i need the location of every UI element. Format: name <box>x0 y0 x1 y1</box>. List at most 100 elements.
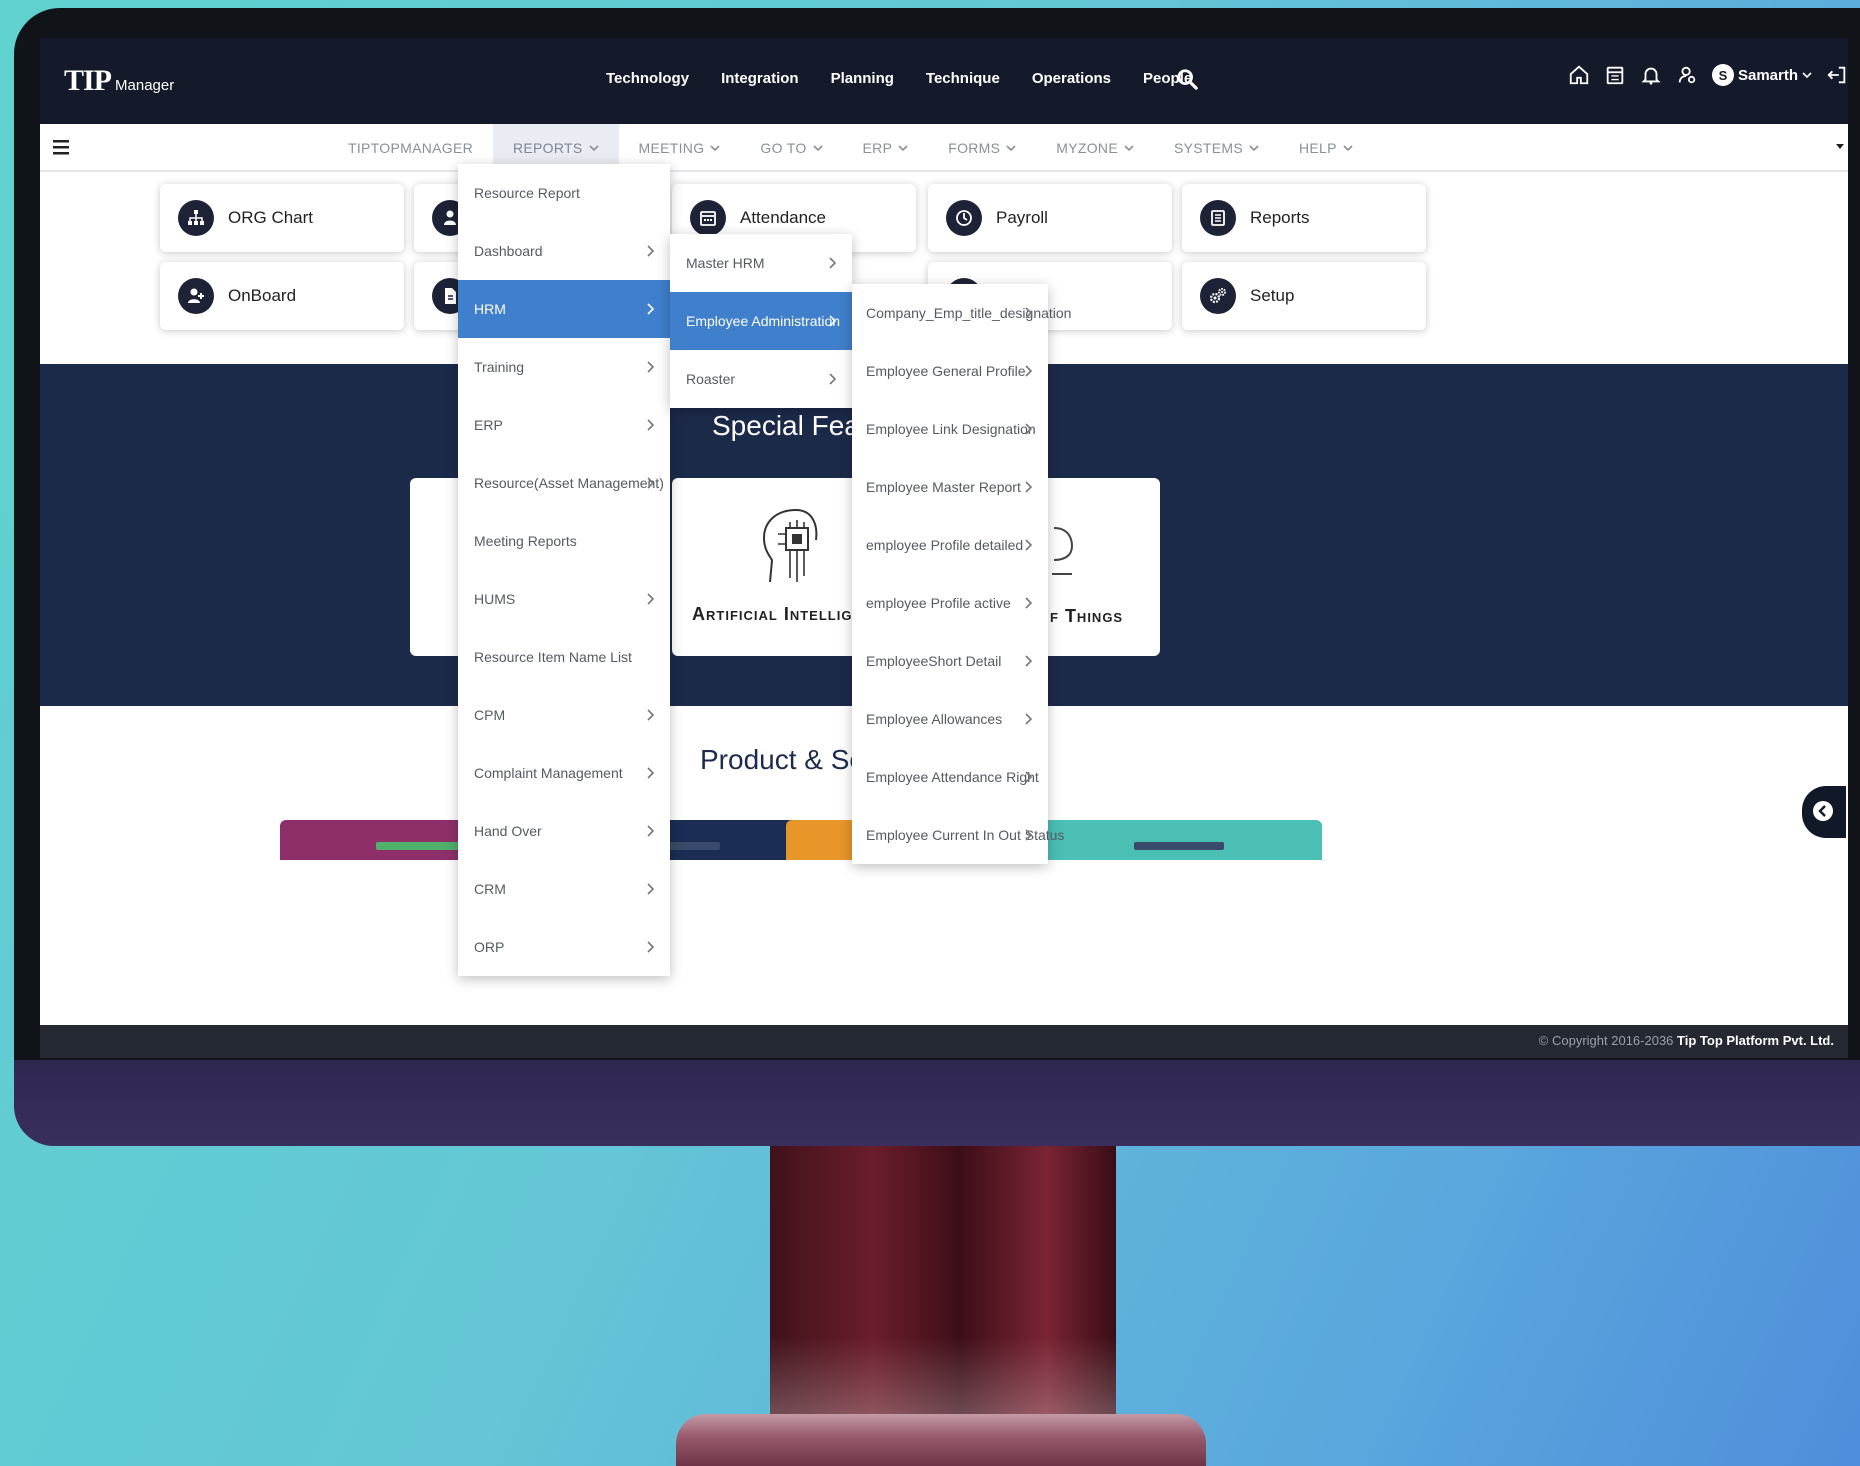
ai-feature-label: Artificial Intelligen <box>692 604 873 624</box>
chevron-right-icon <box>1025 539 1033 551</box>
employee-administration-submenu: Company_Emp_title_designation Employee Ge… <box>852 284 1071 864</box>
top-nav-technology[interactable]: Technology <box>606 70 689 87</box>
bell-icon[interactable] <box>1640 64 1662 86</box>
menu-item-label: Hand Over <box>474 823 542 839</box>
top-nav-technique[interactable]: Technique <box>926 70 1000 87</box>
top-nav-planning[interactable]: Planning <box>831 70 894 87</box>
employee-admin-item-employee-master-report[interactable]: Employee Master Report <box>852 458 1048 516</box>
menu-item-label: Employee Attendance Right <box>866 769 1039 785</box>
menu-help[interactable]: HELP <box>1279 124 1373 172</box>
logout-icon[interactable] <box>1826 64 1848 86</box>
iot-icon <box>1052 527 1074 575</box>
user-settings-icon[interactable] <box>1676 64 1698 86</box>
chevron-down-icon <box>898 145 908 152</box>
user-avatar: S <box>1711 64 1734 86</box>
menu-item-label: Employee Administration <box>686 313 841 329</box>
hrm-menu-item-roaster[interactable]: Roaster <box>670 350 852 408</box>
reports-menu-item-erp[interactable]: ERP <box>458 396 670 454</box>
menu-erp[interactable]: ERP <box>843 124 929 172</box>
card-org-chart[interactable]: ORG Chart <box>160 184 404 252</box>
employee-admin-item-employee-attendance-right[interactable]: Employee Attendance Right <box>852 748 1048 806</box>
menu-label: GO TO <box>760 140 807 156</box>
menu-go-to[interactable]: GO TO <box>740 124 842 172</box>
menu-forms[interactable]: FORMS <box>928 124 1036 172</box>
company-name[interactable]: Tip Top Platform Pvt. Ltd. <box>1677 1033 1834 1048</box>
reports-menu-item-resource-report[interactable]: Resource Report <box>458 164 670 222</box>
menu-item-label: Employee Allowances <box>866 711 1003 727</box>
menu-item-label: CRM <box>474 881 506 897</box>
reports-menu-item-training[interactable]: Training <box>458 338 670 396</box>
clock-icon <box>946 200 982 236</box>
user-menu[interactable]: S Samarth <box>1711 64 1812 86</box>
hrm-menu-item-employee-administration[interactable]: Employee Administration <box>670 292 852 350</box>
employee-admin-item-employeeshort-detail[interactable]: EmployeeShort Detail <box>852 632 1048 690</box>
reports-menu-item-resource-asset-management[interactable]: Resource(Asset Management) <box>458 454 670 512</box>
user-name: Samarth <box>1737 66 1798 84</box>
top-nav-integration[interactable]: Integration <box>721 70 799 87</box>
menu-item-label: Complaint Management <box>474 765 623 781</box>
employee-admin-item-employee-profile-detailed[interactable]: employee Profile detailed <box>852 516 1048 574</box>
employee-admin-item-employee-current-in-out-status[interactable]: Employee Current In Out Status <box>852 806 1064 864</box>
employee-admin-item-employee-general-profile[interactable]: Employee General Profile <box>852 342 1048 400</box>
reports-menu-item-complaint-management[interactable]: Complaint Management <box>458 744 670 802</box>
chevron-right-icon <box>647 593 655 605</box>
menu-item-label: Employee Current In Out Status <box>866 827 1065 843</box>
reports-menu-item-crm[interactable]: CRM <box>458 860 670 918</box>
main-menu-bar: TIPTOPMANAGER REPORTS MEETING GO TO ERP FORMS… <box>40 124 1848 172</box>
reports-menu-item-resource-item-name-list[interactable]: Resource Item Name List <box>458 628 670 686</box>
reports-menu-item-hand-over[interactable]: Hand Over <box>458 802 670 860</box>
reports-menu-item-hrm[interactable]: HRM <box>458 280 670 338</box>
side-scroll-button[interactable] <box>1802 786 1846 838</box>
employee-admin-item-employee-profile-active[interactable]: employee Profile active <box>852 574 1048 632</box>
hamburger-icon[interactable] <box>50 136 72 158</box>
menu-item-label: employee Profile detailed <box>866 537 1024 553</box>
menu-label: REPORTS <box>513 140 583 156</box>
chevron-right-icon <box>647 245 655 257</box>
chevron-right-icon <box>647 941 655 953</box>
menu-item-label: Master HRM <box>686 255 765 271</box>
card-setup[interactable]: Setup <box>1182 262 1426 330</box>
menu-item-label: HRM <box>474 301 506 317</box>
search-icon[interactable] <box>1176 68 1198 90</box>
menu-item-label: Resource Item Name List <box>474 649 632 665</box>
menu-systems[interactable]: SYSTEMS <box>1154 124 1279 172</box>
caret-down-icon[interactable] <box>1836 144 1844 149</box>
menu-item-label: Meeting Reports <box>474 533 577 549</box>
menu-item-label: Roaster <box>686 371 736 387</box>
org-chart-icon <box>178 200 214 236</box>
reports-menu-item-orp[interactable]: ORP <box>458 918 670 976</box>
card-label: Reports <box>1250 208 1310 227</box>
chevron-right-icon <box>1025 655 1033 667</box>
card-label: Payroll <box>996 208 1048 227</box>
menu-myzone[interactable]: MYZONE <box>1036 124 1154 172</box>
reports-menu-item-meeting-reports[interactable]: Meeting Reports <box>458 512 670 570</box>
chevron-right-icon <box>647 883 655 895</box>
card-reports[interactable]: Reports <box>1182 184 1426 252</box>
logo[interactable]: TIP Manager <box>64 64 174 98</box>
reports-menu-item-hums[interactable]: HUMS <box>458 570 670 628</box>
employee-admin-item-employee-link-designation[interactable]: Employee Link Designation <box>852 400 1048 458</box>
top-right-tools: S Samarth <box>1568 64 1848 86</box>
employee-admin-item-employee-allowances[interactable]: Employee Allowances <box>852 690 1048 748</box>
top-nav-operations[interactable]: Operations <box>1032 70 1111 87</box>
employee-admin-item-company-emp-title-designation[interactable]: Company_Emp_title_designation <box>852 284 1071 342</box>
chevron-down-icon <box>710 145 720 152</box>
reports-menu-item-dashboard[interactable]: Dashboard <box>458 222 670 280</box>
hrm-menu-item-master-hrm[interactable]: Master HRM <box>670 234 852 292</box>
chevron-down-icon <box>812 145 823 152</box>
monitor-stand-base <box>676 1414 1206 1466</box>
menu-item-label: Dashboard <box>474 243 543 259</box>
reports-menu-item-cpm[interactable]: CPM <box>458 686 670 744</box>
menu-item-label: ORP <box>474 939 505 955</box>
monitor-stand-neck <box>770 1146 1116 1416</box>
menu-item-label: ERP <box>474 417 503 433</box>
card-payroll[interactable]: Payroll <box>928 184 1172 252</box>
card-onboard[interactable]: OnBoard <box>160 262 404 330</box>
home-icon[interactable] <box>1568 64 1590 86</box>
chevron-right-icon <box>647 419 655 431</box>
product-card[interactable] <box>1038 820 1322 860</box>
chevron-right-icon <box>1025 423 1033 435</box>
calendar-icon[interactable] <box>1604 64 1626 86</box>
chevron-down-icon <box>1006 145 1016 152</box>
chevron-left-icon <box>1813 801 1833 821</box>
